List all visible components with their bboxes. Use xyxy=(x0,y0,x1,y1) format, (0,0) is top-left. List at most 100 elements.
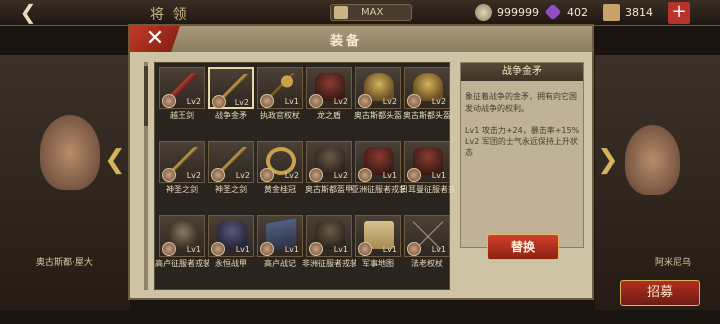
item-level: Lv2 xyxy=(382,97,397,106)
detail-stats: Lv1 攻击力+24，暴击率+15% Lv2 军团的士气永远保持上升状态 xyxy=(465,125,583,158)
item-tile: Lv2 xyxy=(159,141,205,183)
left-general-name: 奥古斯都·屋大 xyxy=(36,258,93,268)
equipment-slot[interactable]: Lv2 黄金桂冠 xyxy=(257,141,303,195)
owner-avatar xyxy=(407,242,421,256)
equipment-slot[interactable]: Lv1 非洲征服者戎装 xyxy=(302,215,356,269)
item-tile: Lv2 xyxy=(306,67,352,109)
item-level: Lv2 xyxy=(333,171,348,180)
add-currency-button[interactable]: + xyxy=(668,2,690,24)
close-icon: ✕ xyxy=(145,26,165,51)
owner-avatar xyxy=(162,242,176,256)
item-tile: Lv2 xyxy=(257,141,303,183)
equipment-slot[interactable]: Lv1 军事地图 xyxy=(355,215,401,269)
owner-avatar xyxy=(260,94,274,108)
item-level: Lv2 xyxy=(284,171,299,180)
detail-description: 象征着战争的金矛，拥有向它国发动战争的权利。 xyxy=(465,92,577,113)
owner-avatar xyxy=(309,168,323,182)
owner-avatar xyxy=(260,168,274,182)
item-level: Lv1 xyxy=(382,245,397,254)
page-title: 将 领 xyxy=(150,7,189,23)
equipment-slot[interactable]: Lv1 高卢征服者戎装 xyxy=(155,215,209,269)
owner-avatar xyxy=(211,168,225,182)
owner-avatar xyxy=(358,94,372,108)
equipment-slot[interactable]: Lv1 亚洲征服者戎装 xyxy=(351,141,405,195)
stat-line: Lv2 军团的士气永远保持上升状态 xyxy=(465,137,578,157)
item-name: 奥古斯都头盔 xyxy=(354,111,402,120)
item-level: Lv1 xyxy=(284,245,299,254)
equipment-slot[interactable]: Lv2 神圣之剑 xyxy=(208,141,254,195)
equipment-slot[interactable]: Lv1 高卢战记 xyxy=(257,215,303,269)
item-name: 非洲征服者戎装 xyxy=(302,259,356,268)
scrollbar-thumb[interactable] xyxy=(144,66,148,126)
detail-title: 战争金矛 xyxy=(461,63,583,81)
item-level: Lv1 xyxy=(382,171,397,180)
recruit-button[interactable]: 招募 xyxy=(620,280,700,306)
owner-avatar xyxy=(162,168,176,182)
back-button[interactable]: ❮ xyxy=(12,2,44,24)
silver-counter: 999999 xyxy=(475,4,540,21)
item-name: 日耳曼征服者戎装 xyxy=(400,185,454,194)
item-tile: Lv1 xyxy=(306,215,352,257)
equipment-slot[interactable]: Lv1 永恒战甲 xyxy=(208,215,254,269)
item-name: 亚洲征服者戎装 xyxy=(351,185,405,194)
swap-button[interactable]: 替换 xyxy=(487,234,559,260)
gem-counter: 402 xyxy=(544,3,595,21)
equipment-slot[interactable]: Lv2 神圣之剑 xyxy=(159,141,205,195)
prev-arrow-icon[interactable]: ❮ xyxy=(104,145,126,175)
item-level: Lv2 xyxy=(186,97,201,106)
stat-line: Lv1 攻击力+24，暴击率+15% xyxy=(465,126,580,135)
owner-avatar xyxy=(260,242,274,256)
equipment-slot[interactable]: Lv2 奥古斯都盔甲 xyxy=(305,141,353,195)
owner-avatar xyxy=(162,94,176,108)
owner-avatar xyxy=(358,242,372,256)
owner-avatar xyxy=(211,242,225,256)
owner-avatar xyxy=(212,95,226,109)
equipment-modal: ✕ 装备 Lv2 越王剑 Lv2 战争金矛 Lv1 执政官权杖 Lv2 龙之盾 Lv2 奥古斯都头… xyxy=(128,24,594,300)
modal-header: ✕ 装备 xyxy=(130,26,592,52)
item-tile: Lv2 xyxy=(306,141,352,183)
item-tile: Lv1 xyxy=(404,215,450,257)
item-level: Lv1 xyxy=(235,245,250,254)
item-detail-panel: 战争金矛 象征着战争的金矛，拥有向它国发动战争的权利。 Lv1 攻击力+24，暴… xyxy=(460,62,584,248)
item-tile: Lv1 xyxy=(404,141,450,183)
item-tile: Lv1 xyxy=(159,215,205,257)
item-tile: Lv2 xyxy=(159,67,205,109)
next-arrow-icon[interactable]: ❯ xyxy=(597,145,619,175)
equipment-slot[interactable]: Lv2 龙之盾 xyxy=(306,67,352,121)
gold-counter: 3814 xyxy=(603,4,663,21)
equipment-slot[interactable]: Lv2 战争金矛 xyxy=(208,67,254,121)
equipment-slot[interactable]: Lv2 越王剑 xyxy=(159,67,205,121)
equipment-slot[interactable]: Lv1 日耳曼征服者戎装 xyxy=(400,141,454,195)
equipment-slot[interactable]: Lv2 奥古斯都头盔 xyxy=(403,67,451,121)
gem-icon xyxy=(544,3,562,21)
item-level: Lv1 xyxy=(284,97,299,106)
owner-avatar xyxy=(309,94,323,108)
scene-right-general: ❯ 阿米尼乌 xyxy=(595,55,720,310)
item-level: Lv2 xyxy=(431,97,446,106)
item-name: 战争金矛 xyxy=(215,111,247,120)
owner-avatar xyxy=(407,168,421,182)
scrollbar[interactable] xyxy=(144,62,148,290)
item-level: Lv2 xyxy=(333,97,348,106)
equipment-slot[interactable]: Lv2 奥古斯都头盔 xyxy=(354,67,402,121)
item-level: Lv2 xyxy=(186,171,201,180)
coin-icon xyxy=(475,4,492,21)
equipment-slot[interactable]: Lv1 执政官权杖 xyxy=(257,67,303,121)
item-name: 高卢战记 xyxy=(264,259,296,268)
item-tile: Lv1 xyxy=(208,215,254,257)
general-portrait xyxy=(40,115,100,190)
close-button[interactable]: ✕ xyxy=(130,26,180,52)
item-name: 神圣之剑 xyxy=(215,185,247,194)
item-name: 奥古斯都盔甲 xyxy=(305,185,353,194)
item-tile: Lv1 xyxy=(257,215,303,257)
item-name: 高卢征服者戎装 xyxy=(155,259,209,268)
item-name: 神圣之剑 xyxy=(166,185,198,194)
item-name: 军事地图 xyxy=(362,259,394,268)
equipment-grid: Lv2 越王剑 Lv2 战争金矛 Lv1 执政官权杖 Lv2 龙之盾 Lv2 奥古斯都头盔 Lv2 奥… xyxy=(154,62,454,290)
owner-avatar xyxy=(358,168,372,182)
item-name: 执政官权杖 xyxy=(260,111,300,120)
item-name: 龙之盾 xyxy=(317,111,341,120)
item-tile: Lv2 xyxy=(208,141,254,183)
equipment-slot[interactable]: Lv1 法老权杖 xyxy=(404,215,450,269)
item-tile: Lv2 xyxy=(355,67,401,109)
